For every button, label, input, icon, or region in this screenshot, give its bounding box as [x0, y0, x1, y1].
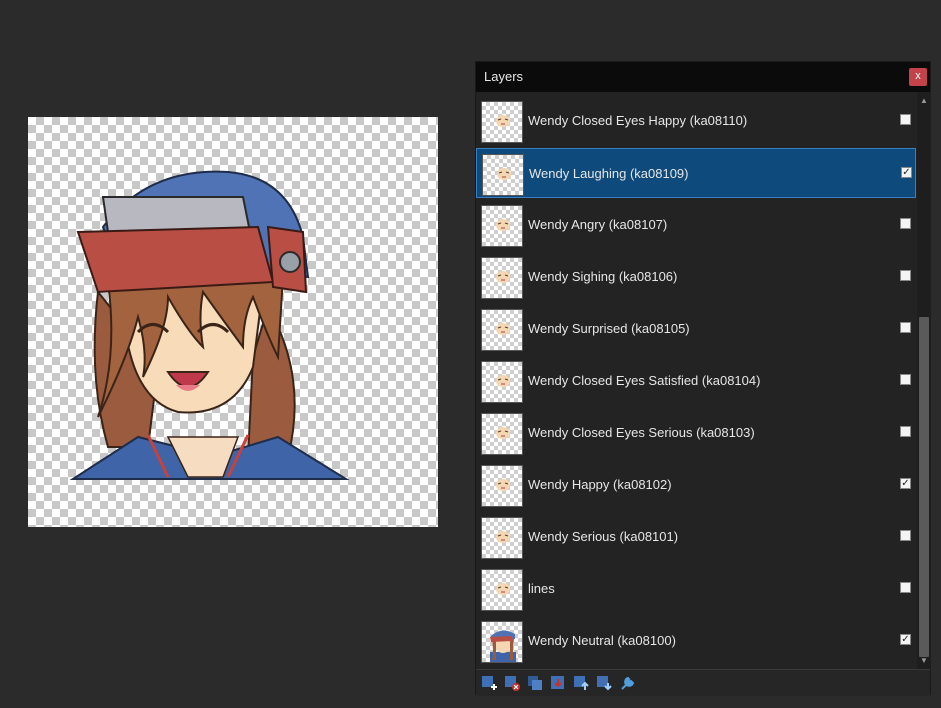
- layer-name: Wendy Surprised (ka08105): [528, 321, 690, 336]
- layer-visibility-checkbox[interactable]: [900, 582, 911, 593]
- close-button[interactable]: x: [909, 68, 927, 86]
- layer-visibility-checkbox[interactable]: ✓: [900, 634, 911, 645]
- layer-thumbnail: [481, 101, 523, 143]
- layer-row[interactable]: Wendy Closed Eyes Happy (ka08110): [476, 96, 916, 146]
- layer-thumbnail: [481, 205, 523, 247]
- layer-properties-icon[interactable]: [619, 675, 635, 691]
- layer-thumbnail: [481, 309, 523, 351]
- layer-visibility-checkbox[interactable]: [900, 374, 911, 385]
- layer-name: Wendy Angry (ka08107): [528, 217, 668, 232]
- layer-row[interactable]: Wendy Sighing (ka08106): [476, 252, 916, 302]
- layer-row[interactable]: Wendy Happy (ka08102) ✓: [476, 460, 916, 510]
- panel-header: Layers x: [476, 62, 930, 92]
- layer-thumbnail: [481, 361, 523, 403]
- merge-layer-down-icon[interactable]: [550, 675, 566, 691]
- layer-row[interactable]: Wendy Closed Eyes Satisfied (ka08104): [476, 356, 916, 406]
- character-illustration: [69, 170, 350, 480]
- layer-visibility-checkbox[interactable]: [900, 218, 911, 229]
- add-layer-icon[interactable]: [481, 675, 497, 691]
- layer-visibility-checkbox[interactable]: [900, 322, 911, 333]
- layer-visibility-checkbox[interactable]: [900, 426, 911, 437]
- layer-row[interactable]: Wendy Neutral (ka08100) ✓: [476, 616, 916, 666]
- layers-toolbar: [476, 669, 930, 696]
- layer-row[interactable]: Wendy Laughing (ka08109) ✓: [476, 148, 916, 198]
- layer-thumbnail: [481, 413, 523, 455]
- move-layer-down-icon[interactable]: [596, 675, 612, 691]
- layer-visibility-checkbox[interactable]: [900, 270, 911, 281]
- layer-name: Wendy Laughing (ka08109): [529, 166, 689, 181]
- layer-visibility-checkbox[interactable]: ✓: [900, 478, 911, 489]
- scroll-thumb[interactable]: [919, 317, 929, 657]
- move-layer-up-icon[interactable]: [573, 675, 589, 691]
- layer-name: Wendy Closed Eyes Serious (ka08103): [528, 425, 755, 440]
- layer-list: Wendy Closed Eyes Happy (ka08110) Wendy L…: [476, 96, 916, 666]
- scroll-up-arrow[interactable]: ▲: [917, 94, 931, 108]
- layer-thumbnail: [482, 154, 524, 196]
- layers-panel: Layers x Wendy Closed Eyes Happy (ka0811…: [475, 61, 931, 696]
- layer-name: lines: [528, 581, 555, 596]
- layer-thumbnail: [481, 569, 523, 611]
- layer-row[interactable]: Wendy Angry (ka08107): [476, 200, 916, 250]
- layer-row[interactable]: Wendy Surprised (ka08105): [476, 304, 916, 354]
- layer-thumbnail: [481, 517, 523, 559]
- panel-title: Layers: [484, 69, 524, 84]
- layer-thumbnail: [481, 257, 523, 299]
- layer-thumbnail: [481, 621, 523, 663]
- image-canvas[interactable]: [28, 117, 438, 527]
- layer-visibility-checkbox[interactable]: [900, 114, 911, 125]
- layer-row[interactable]: Wendy Serious (ka08101): [476, 512, 916, 562]
- layer-name: Wendy Closed Eyes Satisfied (ka08104): [528, 373, 761, 388]
- layer-name: Wendy Closed Eyes Happy (ka08110): [528, 113, 748, 128]
- layer-name: Wendy Sighing (ka08106): [528, 269, 678, 284]
- scroll-down-arrow[interactable]: ▼: [917, 654, 931, 668]
- layer-name: Wendy Happy (ka08102): [528, 477, 672, 492]
- layer-visibility-checkbox[interactable]: [900, 530, 911, 541]
- layer-row[interactable]: lines: [476, 564, 916, 614]
- layer-name: Wendy Serious (ka08101): [528, 529, 679, 544]
- scrollbar[interactable]: ▲ ▼: [917, 92, 931, 670]
- layer-name: Wendy Neutral (ka08100): [528, 633, 676, 648]
- delete-layer-icon[interactable]: [504, 675, 520, 691]
- layer-visibility-checkbox[interactable]: ✓: [901, 167, 912, 178]
- layer-thumbnail: [481, 465, 523, 507]
- duplicate-layer-icon[interactable]: [527, 675, 543, 691]
- layer-row[interactable]: Wendy Closed Eyes Serious (ka08103): [476, 408, 916, 458]
